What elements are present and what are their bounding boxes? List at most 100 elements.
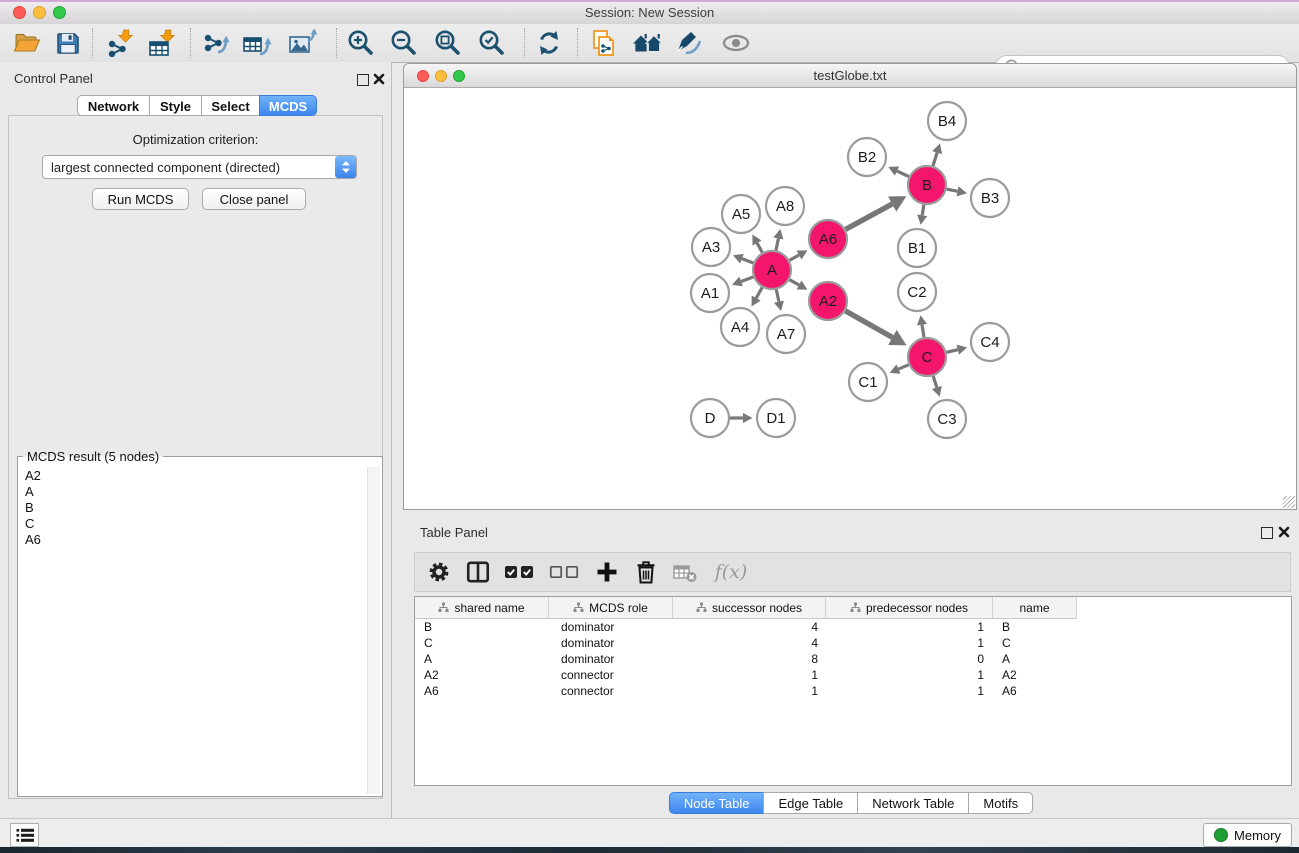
zoom-out-button[interactable] xyxy=(388,27,420,59)
edge-A-A7[interactable] xyxy=(776,290,779,302)
mcds-result-item[interactable]: C xyxy=(25,516,41,532)
column-header-shared-name[interactable]: shared name xyxy=(415,597,549,619)
delete-table-button[interactable] xyxy=(669,557,701,587)
cell-shared_name[interactable]: A xyxy=(415,652,549,666)
cell-shared_name[interactable]: C xyxy=(415,636,549,650)
edge-B-B2[interactable] xyxy=(897,171,909,177)
cell-shared_name[interactable]: B xyxy=(415,620,549,634)
cell-name[interactable]: C xyxy=(993,636,1077,650)
table-row[interactable]: Cdominator41C xyxy=(415,635,1291,651)
edge-B-B3[interactable] xyxy=(947,189,958,191)
table-row[interactable]: A2connector11A2 xyxy=(415,667,1291,683)
cell-name[interactable]: A6 xyxy=(993,684,1077,698)
edge-C-C3[interactable] xyxy=(933,376,937,387)
edge-A-A3[interactable] xyxy=(742,259,753,263)
network-window-titlebar[interactable]: testGlobe.txt xyxy=(404,64,1296,88)
edge-C-C2[interactable] xyxy=(922,325,924,338)
edge-C-C4[interactable] xyxy=(946,350,957,353)
cell-predecessor_nodes[interactable]: 0 xyxy=(826,652,993,666)
tab-mcds[interactable]: MCDS xyxy=(259,95,317,116)
edge-A6-B[interactable] xyxy=(846,204,893,229)
zoom-in-button[interactable] xyxy=(345,27,377,59)
edge-B-B1[interactable] xyxy=(922,205,924,216)
delete-columns-button[interactable] xyxy=(630,557,662,587)
mcds-result-item[interactable]: A6 xyxy=(25,532,41,548)
cell-mcds_role[interactable]: connector xyxy=(549,684,673,698)
float-panel-icon[interactable] xyxy=(357,74,369,86)
zoom-selected-button[interactable] xyxy=(476,27,508,59)
tab-edge-table[interactable]: Edge Table xyxy=(763,792,858,814)
run-mcds-button[interactable]: Run MCDS xyxy=(92,188,189,210)
cell-predecessor_nodes[interactable]: 1 xyxy=(826,668,993,682)
memory-button[interactable]: Memory xyxy=(1203,823,1292,847)
task-history-button[interactable] xyxy=(10,823,39,847)
column-header-name[interactable]: name xyxy=(993,597,1077,619)
clone-network-button[interactable] xyxy=(588,27,620,59)
import-network-button[interactable] xyxy=(104,27,136,59)
table-options-button[interactable] xyxy=(423,557,455,587)
column-header-successor-nodes[interactable]: successor nodes xyxy=(673,597,826,619)
criterion-dropdown[interactable]: largest connected component (directed) xyxy=(42,155,357,179)
edge-A-A5[interactable] xyxy=(757,243,762,253)
zoom-fit-button[interactable] xyxy=(432,27,464,59)
network-graph-canvas[interactable]: B4B2BB3A8A5A6A3B1AC2A1A2A4A7C4CC1DD1C3 xyxy=(404,88,1296,509)
export-network-button[interactable] xyxy=(200,27,232,59)
cell-successor_nodes[interactable]: 4 xyxy=(673,620,826,634)
window-resize-grip[interactable] xyxy=(1283,496,1295,508)
column-header-predecessor-nodes[interactable]: predecessor nodes xyxy=(826,597,993,619)
add-column-button[interactable] xyxy=(591,557,623,587)
cell-predecessor_nodes[interactable]: 1 xyxy=(826,620,993,634)
cell-predecessor_nodes[interactable]: 1 xyxy=(826,636,993,650)
tab-network-table[interactable]: Network Table xyxy=(857,792,969,814)
save-session-button[interactable] xyxy=(52,27,84,59)
edge-A2-C[interactable] xyxy=(845,311,892,338)
mcds-result-item[interactable]: B xyxy=(25,500,41,516)
table-row[interactable]: Adominator80A xyxy=(415,651,1291,667)
edge-A-A2[interactable] xyxy=(789,280,799,285)
tab-select[interactable]: Select xyxy=(201,95,260,116)
cell-shared_name[interactable]: A2 xyxy=(415,668,549,682)
cell-mcds_role[interactable]: dominator xyxy=(549,636,673,650)
cell-mcds_role[interactable]: dominator xyxy=(549,620,673,634)
import-table-button[interactable] xyxy=(146,27,178,59)
mcds-result-item[interactable]: A2 xyxy=(25,468,41,484)
function-builder-button[interactable]: f(x) xyxy=(708,557,754,587)
edge-A-A6[interactable] xyxy=(789,255,799,260)
select-all-button[interactable] xyxy=(501,557,539,587)
tab-style[interactable]: Style xyxy=(149,95,202,116)
refresh-button[interactable] xyxy=(533,27,565,59)
close-table-panel-icon[interactable] xyxy=(1278,526,1290,538)
close-panel-icon[interactable] xyxy=(373,73,385,85)
show-graphics-button[interactable] xyxy=(720,27,752,59)
export-image-button[interactable] xyxy=(287,27,319,59)
table-row[interactable]: Bdominator41B xyxy=(415,619,1291,635)
edge-B-B4[interactable] xyxy=(933,153,937,166)
close-panel-button[interactable]: Close panel xyxy=(202,188,306,210)
cell-successor_nodes[interactable]: 4 xyxy=(673,636,826,650)
edge-A-A8[interactable] xyxy=(776,238,778,250)
float-table-panel-icon[interactable] xyxy=(1261,527,1273,539)
table-row[interactable]: A6connector11A6 xyxy=(415,683,1291,699)
cell-mcds_role[interactable]: connector xyxy=(549,668,673,682)
cell-successor_nodes[interactable]: 1 xyxy=(673,668,826,682)
column-header-MCDS-role[interactable]: MCDS role xyxy=(549,597,673,619)
cell-name[interactable]: A2 xyxy=(993,668,1077,682)
home-button[interactable] xyxy=(631,27,663,59)
mcds-result-scrollbar[interactable] xyxy=(367,467,380,794)
edge-A-A1[interactable] xyxy=(741,277,753,282)
tab-node-table[interactable]: Node Table xyxy=(669,792,765,814)
annotate-button[interactable] xyxy=(673,27,705,59)
edge-C-C1[interactable] xyxy=(898,365,908,369)
cell-name[interactable]: B xyxy=(993,620,1077,634)
open-session-button[interactable] xyxy=(11,27,43,59)
cell-predecessor_nodes[interactable]: 1 xyxy=(826,684,993,698)
edge-A-A4[interactable] xyxy=(756,287,762,298)
cell-successor_nodes[interactable]: 8 xyxy=(673,652,826,666)
deselect-all-button[interactable] xyxy=(546,557,584,587)
cell-mcds_role[interactable]: dominator xyxy=(549,652,673,666)
cell-shared_name[interactable]: A6 xyxy=(415,684,549,698)
tab-motifs[interactable]: Motifs xyxy=(968,792,1033,814)
cell-name[interactable]: A xyxy=(993,652,1077,666)
export-table-button[interactable] xyxy=(241,27,273,59)
split-panel-button[interactable] xyxy=(462,557,494,587)
